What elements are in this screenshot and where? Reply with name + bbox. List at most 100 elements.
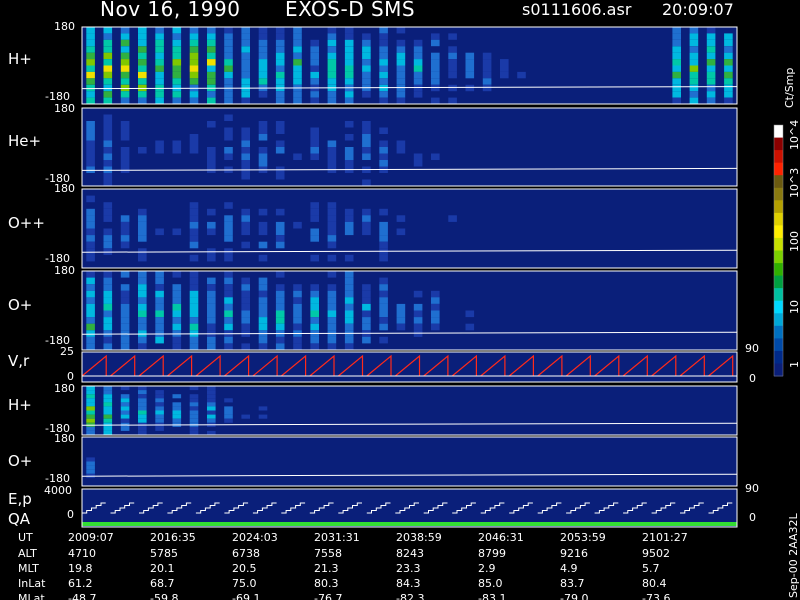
heatmap-cell [275, 33, 285, 40]
heatmap-cell [86, 71, 95, 79]
heatmap-cell [172, 402, 182, 407]
heatmap-cell [275, 65, 285, 72]
heatmap-cell [344, 343, 354, 350]
heatmap-cell [103, 277, 113, 285]
panel-label-oplus-1: O+ [8, 296, 33, 314]
heatmap-cell [293, 221, 302, 229]
heatmap-cell [155, 228, 164, 236]
heatmap-cell [362, 228, 371, 236]
heatmap-cell [310, 91, 319, 98]
heatmap-cell [362, 297, 371, 304]
heatmap-cell [120, 39, 130, 47]
heatmap-cell [103, 418, 113, 423]
heatmap-cell [258, 241, 268, 249]
heatmap-cell [689, 59, 699, 66]
heatmap-cell [431, 65, 440, 72]
heatmap-cell [275, 221, 285, 229]
colorbar-label-1e3: 10^3 [788, 167, 800, 198]
heatmap-cell [207, 297, 216, 304]
heatmap-cell [275, 310, 285, 318]
heatmap-cell [138, 33, 147, 40]
orbit-cell: 20.1 [150, 562, 175, 575]
heatmap-cell [413, 303, 423, 311]
heatmap-cell [431, 297, 440, 304]
heatmap-cell [672, 78, 681, 85]
heatmap-cell [224, 153, 233, 160]
heatmap-cell [241, 153, 250, 160]
heatmap-cell [172, 303, 182, 311]
heatmap-cell [258, 343, 268, 350]
heatmap-cell [207, 160, 216, 167]
heatmap-cell [275, 121, 285, 128]
heatmap-cell [207, 394, 216, 399]
colorbar-label-10: 10 [788, 300, 800, 314]
heatmap-cell [86, 426, 95, 431]
heatmap-cell [120, 46, 130, 53]
heatmap-cell [207, 39, 216, 47]
heatmap-cell [396, 97, 406, 104]
heatmap-cell [86, 430, 95, 435]
heatmap-cell [103, 323, 113, 331]
heatmap-cell [448, 59, 457, 66]
heatmap-cell [86, 297, 95, 304]
heatmap-cell [293, 343, 302, 350]
heatmap-cell [362, 59, 371, 66]
heatmap-cell [189, 402, 199, 407]
heatmap-cell [189, 418, 199, 423]
heatmap-cell [379, 65, 388, 72]
heatmap-cell [103, 284, 113, 291]
heatmap-cell [241, 277, 250, 285]
heatmap-cell [327, 97, 337, 104]
heatmap-cell [103, 114, 113, 121]
heatmap-cell [275, 297, 285, 304]
heatmap-cell [86, 121, 95, 128]
colorbar-segment [774, 162, 783, 176]
heatmap-cell [86, 153, 95, 160]
heatmap-cell [241, 127, 250, 134]
heatmap-cell [241, 52, 250, 60]
heatmap-cell [379, 323, 388, 331]
heatmap-cell [379, 336, 388, 344]
heatmap-cell [379, 78, 388, 85]
heatmap-cell [172, 297, 182, 304]
heatmap-cell [241, 39, 250, 47]
heatmap-cell [396, 215, 406, 222]
heatmap-cell [689, 71, 699, 79]
heatmap-cell [189, 27, 199, 34]
heatmap-cell [207, 402, 216, 407]
heatmap-cell [172, 290, 182, 298]
heatmap-cell [120, 59, 130, 66]
heatmap-cell [155, 46, 164, 53]
heatmap-cell [207, 418, 216, 423]
heatmap-cell [310, 140, 319, 147]
heatmap-cell [689, 52, 699, 60]
heatmap-cell [155, 406, 164, 411]
ytick-bottom-p8: 0 [67, 508, 74, 521]
heatmap-cell [344, 215, 354, 222]
heatmap-cell [327, 303, 337, 311]
heatmap-cell [379, 160, 388, 167]
heatmap-cell [448, 215, 457, 222]
orbit-cell: 19.8 [68, 562, 93, 575]
heatmap-cell [120, 215, 130, 222]
heatmap-cell [362, 127, 371, 134]
heatmap-cell [344, 317, 354, 324]
heatmap-cell [500, 65, 509, 72]
orbit-row-label: UT [18, 531, 33, 544]
heatmap-cell [189, 277, 199, 285]
heatmap-cell [327, 297, 337, 304]
heatmap-cell [465, 65, 475, 72]
heatmap-cell [396, 65, 406, 72]
heatmap-cell [86, 410, 95, 415]
heatmap-cell [86, 235, 95, 242]
heatmap-cell [189, 215, 199, 222]
heatmap-cell [138, 78, 147, 85]
heatmap-cell [275, 59, 285, 66]
heatmap-cell [207, 277, 216, 285]
colorbar-title: Ct/Smp [783, 67, 796, 108]
heatmap-cell [86, 336, 95, 344]
heatmap-cell [155, 39, 164, 47]
orbit-row-label: ALT [18, 547, 37, 560]
orbit-cell: -69.1 [232, 592, 261, 600]
heatmap-cell [86, 290, 95, 298]
